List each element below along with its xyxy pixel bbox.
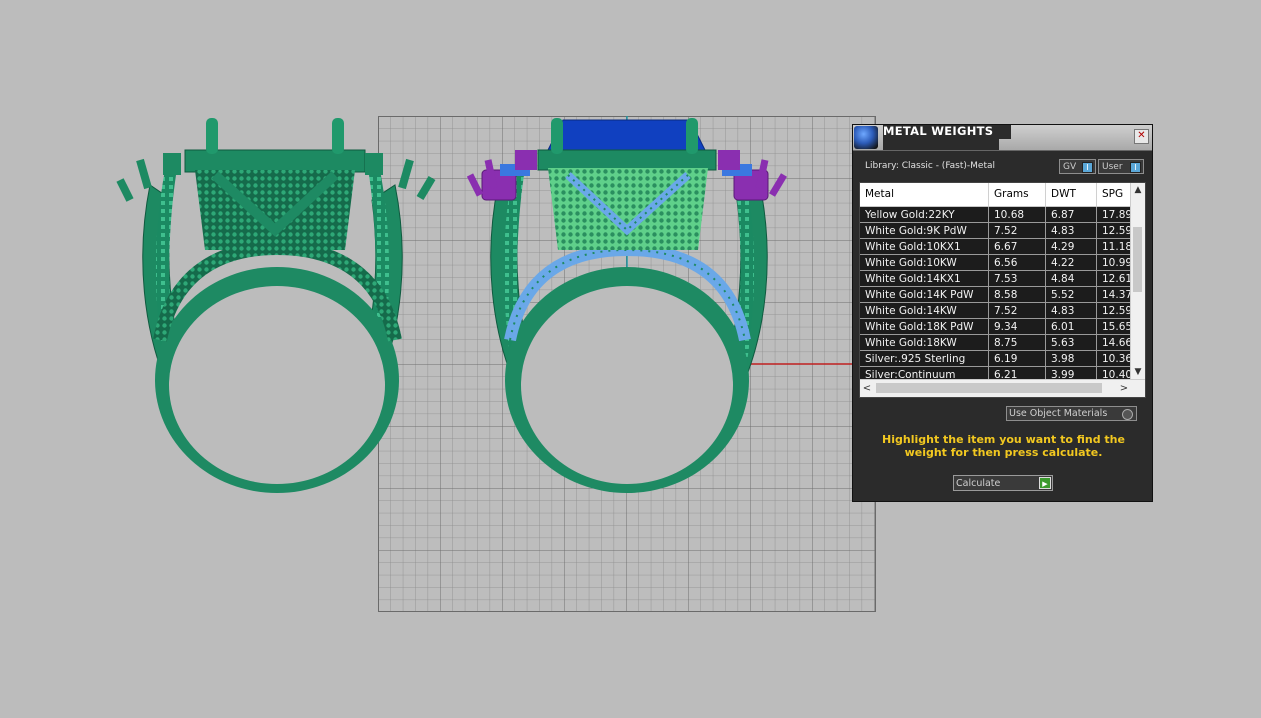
panel-titlebar[interactable]: METAL WEIGHTS ✕	[853, 125, 1152, 151]
panel-title: METAL WEIGHTS	[883, 125, 1012, 139]
table-row[interactable]: White Gold:18KW 8.75 5.63 14.66	[860, 335, 1132, 351]
table-header: Metal Grams DWT SPG	[860, 183, 1137, 207]
toggle-icon: I	[1082, 162, 1093, 173]
cell-spg: 12.61	[1097, 271, 1132, 287]
scroll-thumb-horizontal[interactable]	[876, 383, 1102, 393]
cell-dwt: 5.63	[1046, 335, 1097, 351]
cell-spg: 10.36	[1097, 351, 1132, 367]
table-row[interactable]: White Gold:18K PdW 9.34 6.01 15.65	[860, 319, 1132, 335]
header-grams[interactable]: Grams	[989, 183, 1046, 206]
metal-table[interactable]: Metal Grams DWT SPG Yellow Gold:22KY 10.6…	[859, 182, 1146, 398]
table-row[interactable]: Yellow Gold:22KY 10.68 6.87 17.89	[860, 207, 1132, 223]
play-icon[interactable]: ▶	[1039, 477, 1051, 489]
cell-grams: 6.21	[989, 367, 1046, 379]
cell-grams: 6.67	[989, 239, 1046, 255]
table-row[interactable]: Silver:Continuum 6.21 3.99 10.40	[860, 367, 1132, 379]
cell-grams: 9.34	[989, 319, 1046, 335]
table-row[interactable]: Silver:.925 Sterling 6.19 3.98 10.36	[860, 351, 1132, 367]
scroll-left-icon[interactable]: <	[860, 380, 874, 397]
table-row[interactable]: White Gold:10KW 6.56 4.22 10.99	[860, 255, 1132, 271]
table-row[interactable]: White Gold:14K PdW 8.58 5.52 14.37	[860, 287, 1132, 303]
cell-dwt: 6.01	[1046, 319, 1097, 335]
use-object-materials-option[interactable]: Use Object Materials	[1006, 406, 1137, 421]
use-materials-label: Use Object Materials	[1009, 408, 1108, 419]
table-body: Yellow Gold:22KY 10.68 6.87 17.89 White Gold…	[860, 207, 1132, 379]
cell-metal: White Gold:18K PdW	[860, 319, 989, 335]
cell-spg: 10.40	[1097, 367, 1132, 379]
cell-metal: Silver:.925 Sterling	[860, 351, 989, 367]
cell-grams: 7.52	[989, 303, 1046, 319]
cell-metal: White Gold:10KW	[860, 255, 989, 271]
user-button[interactable]: User I	[1098, 159, 1144, 174]
cell-dwt: 6.87	[1046, 207, 1097, 223]
cell-grams: 6.56	[989, 255, 1046, 271]
cell-dwt: 4.22	[1046, 255, 1097, 271]
cell-grams: 10.68	[989, 207, 1046, 223]
table-row[interactable]: White Gold:14KW 7.52 4.83 12.59	[860, 303, 1132, 319]
cell-metal: White Gold:14KX1	[860, 271, 989, 287]
gv-button[interactable]: GV I	[1059, 159, 1096, 174]
cell-grams: 8.58	[989, 287, 1046, 303]
cell-spg: 15.65	[1097, 319, 1132, 335]
cell-grams: 6.19	[989, 351, 1046, 367]
cell-metal: Silver:Continuum	[860, 367, 989, 379]
horizontal-scrollbar[interactable]: < >	[860, 379, 1145, 397]
calculate-button[interactable]: Calculate ▶	[953, 475, 1053, 491]
gv-label: GV	[1063, 162, 1077, 172]
cell-grams: 7.52	[989, 223, 1046, 239]
cell-metal: White Gold:14KW	[860, 303, 989, 319]
metal-weights-panel[interactable]: METAL WEIGHTS ✕ Library: Classic - (Fast…	[852, 124, 1153, 502]
cell-grams: 7.53	[989, 271, 1046, 287]
close-icon[interactable]: ✕	[1134, 129, 1149, 144]
table-row[interactable]: White Gold:14KX1 7.53 4.84 12.61	[860, 271, 1132, 287]
radio-icon[interactable]	[1122, 409, 1133, 420]
cell-dwt: 4.83	[1046, 223, 1097, 239]
table-row[interactable]: White Gold:10KX1 6.67 4.29 11.18	[860, 239, 1132, 255]
cell-spg: 11.18	[1097, 239, 1132, 255]
scroll-right-icon[interactable]: >	[1117, 380, 1131, 397]
header-dwt[interactable]: DWT	[1046, 183, 1097, 206]
app-logo-icon	[854, 126, 878, 149]
library-label: Library: Classic - (Fast)-Metal	[865, 161, 996, 171]
user-label: User	[1102, 162, 1123, 172]
cell-dwt: 5.52	[1046, 287, 1097, 303]
cell-spg: 14.37	[1097, 287, 1132, 303]
cell-metal: Yellow Gold:22KY	[860, 207, 989, 223]
cell-dwt: 4.83	[1046, 303, 1097, 319]
cell-spg: 12.59	[1097, 303, 1132, 319]
cell-metal: White Gold:10KX1	[860, 239, 989, 255]
scroll-down-icon[interactable]: ▼	[1131, 365, 1145, 379]
scroll-thumb[interactable]	[1133, 227, 1142, 292]
cell-dwt: 4.84	[1046, 271, 1097, 287]
scroll-up-icon[interactable]: ▲	[1131, 183, 1145, 197]
cell-dwt: 4.29	[1046, 239, 1097, 255]
cell-metal: White Gold:18KW	[860, 335, 989, 351]
cell-dwt: 3.98	[1046, 351, 1097, 367]
cell-spg: 17.89	[1097, 207, 1132, 223]
title-tab-background	[883, 138, 999, 150]
calculate-label: Calculate	[956, 478, 1001, 489]
table-row[interactable]: White Gold:9K PdW 7.52 4.83 12.59	[860, 223, 1132, 239]
cell-metal: White Gold:9K PdW	[860, 223, 989, 239]
cell-dwt: 3.99	[1046, 367, 1097, 379]
hint-text: Highlight the item you want to find the …	[882, 433, 1125, 459]
cell-metal: White Gold:14K PdW	[860, 287, 989, 303]
cell-grams: 8.75	[989, 335, 1046, 351]
toggle-icon: I	[1130, 162, 1141, 173]
header-metal[interactable]: Metal	[860, 183, 989, 206]
vertical-scrollbar[interactable]: ▲ ▼	[1130, 183, 1145, 379]
cell-spg: 14.66	[1097, 335, 1132, 351]
cell-spg: 12.59	[1097, 223, 1132, 239]
cell-spg: 10.99	[1097, 255, 1132, 271]
